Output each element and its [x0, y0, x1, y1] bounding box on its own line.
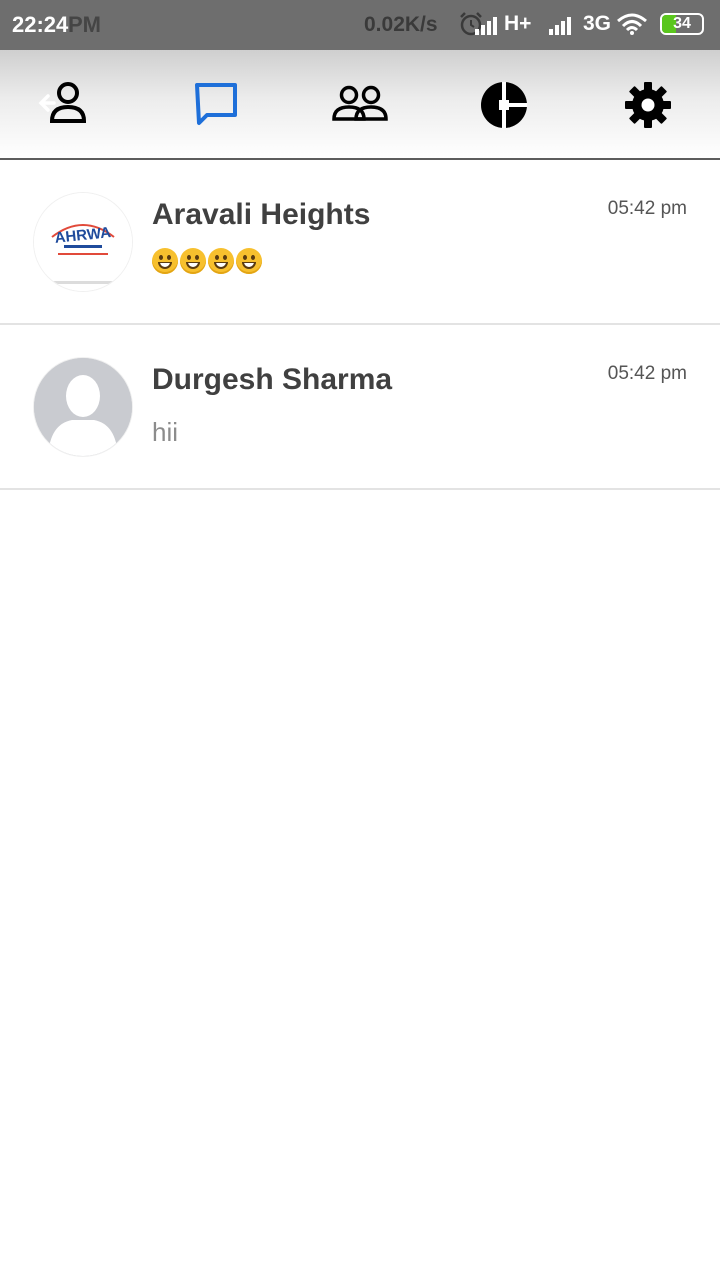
default-person-avatar [34, 358, 132, 456]
gear-icon [625, 82, 671, 128]
chat-time: 05:42 pm [607, 363, 687, 384]
chat-preview: hii [152, 417, 179, 447]
status-bar: PM 22:24 0.02K/s H+ 3G 34 [0, 0, 720, 50]
grinning-face-icon [208, 248, 234, 274]
top-toolbar [0, 50, 720, 160]
pie-icon [481, 82, 527, 128]
tab-settings[interactable] [616, 76, 680, 134]
grinning-face-icon [180, 248, 206, 274]
battery-level: 34 [673, 15, 691, 32]
group-icon [332, 85, 388, 121]
chat-name: Aravali Heights [152, 198, 371, 231]
avatar [34, 358, 132, 456]
chat-bubble-icon [195, 83, 237, 125]
chat-row-aravali-heights[interactable]: AHRWA Aravali Heights 05:42 pm [0, 160, 720, 325]
wifi-icon [617, 13, 647, 35]
avatar: AHRWA [34, 193, 132, 291]
chat-name: Durgesh Sharma [152, 363, 393, 396]
signal-icon [475, 17, 497, 35]
status-net-speed: 0.02K/s [364, 13, 438, 36]
chat-time: 05:42 pm [607, 198, 687, 219]
grinning-face-icon [152, 248, 178, 274]
tab-chats[interactable] [184, 76, 248, 134]
status-network-1: H+ [504, 12, 532, 35]
status-time: 22:24 [12, 12, 69, 37]
tab-status[interactable] [472, 76, 536, 134]
chat-row-durgesh-sharma[interactable]: Durgesh Sharma 05:42 pm hii [0, 325, 720, 490]
ahrwa-logo: AHRWA [34, 193, 132, 291]
grinning-face-icon [236, 248, 262, 274]
tab-profile[interactable] [30, 76, 94, 134]
status-network-2: 3G [583, 12, 612, 35]
chat-preview-emojis [152, 248, 262, 274]
profile-back-icon [38, 82, 87, 123]
status-ghost-text: PM [68, 12, 101, 37]
tab-groups[interactable] [328, 76, 392, 134]
battery-icon: 34 [660, 13, 704, 35]
signal-icon [549, 17, 571, 35]
chat-list: AHRWA Aravali Heights 05:42 pm Durgesh S… [0, 160, 720, 490]
